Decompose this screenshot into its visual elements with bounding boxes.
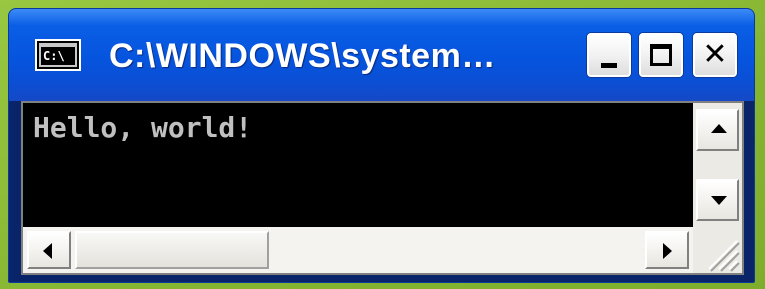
minimize-button[interactable] [587, 33, 631, 77]
scroll-right-button[interactable] [645, 231, 689, 269]
minimize-icon [601, 63, 617, 68]
resize-grip-icon[interactable] [693, 227, 742, 273]
scroll-left-button[interactable] [27, 231, 71, 269]
maximize-button[interactable] [639, 33, 683, 77]
console-client-area: Hello, world! [21, 101, 744, 275]
console-window: C:\ C:\WINDOWS\system… ✕ Hello, world! [8, 8, 755, 283]
vertical-scrollbar[interactable] [693, 103, 742, 227]
desktop-background: C:\ C:\WINDOWS\system… ✕ Hello, world! [0, 0, 765, 289]
scroll-down-button[interactable] [696, 179, 739, 221]
console-icon[interactable]: C:\ [35, 39, 81, 71]
console-output[interactable]: Hello, world! [23, 103, 693, 227]
arrow-down-icon [711, 196, 727, 205]
horizontal-scrollbar[interactable] [23, 227, 693, 273]
scroll-up-button[interactable] [696, 109, 739, 151]
console-icon-label: C:\ [41, 47, 75, 65]
arrow-up-icon [711, 124, 727, 133]
maximize-icon [650, 44, 672, 66]
window-title: C:\WINDOWS\system… [109, 37, 496, 75]
arrow-right-icon [663, 243, 672, 259]
close-icon: ✕ [702, 37, 728, 72]
arrow-left-icon [43, 243, 52, 259]
close-button[interactable]: ✕ [693, 33, 737, 77]
title-bar[interactable]: C:\ C:\WINDOWS\system… ✕ [9, 9, 754, 101]
horizontal-scroll-thumb[interactable] [75, 231, 269, 269]
